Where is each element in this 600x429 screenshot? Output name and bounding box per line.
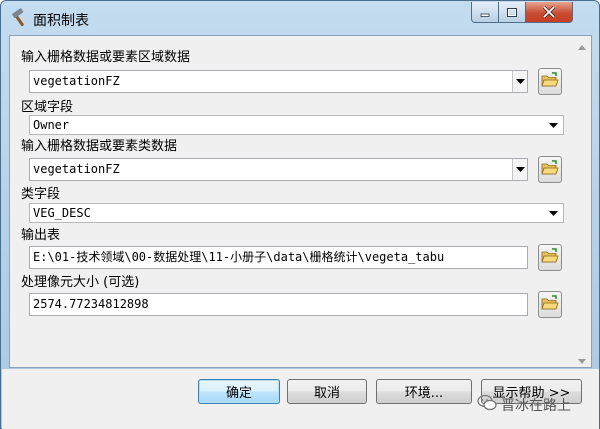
chevron-down-icon xyxy=(577,349,586,368)
open-folder-icon xyxy=(541,247,559,268)
cell-size-input[interactable]: 2574.77234812898 xyxy=(29,293,528,316)
output-table-label: 输出表 xyxy=(21,228,61,243)
class-data-dropdown[interactable] xyxy=(512,159,527,180)
ok-button[interactable]: 确定 xyxy=(198,379,280,404)
vertical-scrollbar[interactable] xyxy=(573,36,590,367)
class-data-browse-button[interactable] xyxy=(538,156,562,183)
class-field-value: VEG_DESC xyxy=(33,206,91,220)
minimize-icon xyxy=(479,3,491,22)
zone-field-value: Owner xyxy=(33,118,70,132)
zone-data-value: vegetationFZ xyxy=(33,74,120,88)
class-data-label: 输入栅格数据或要素类数据 xyxy=(21,139,178,154)
scroll-down-button[interactable] xyxy=(573,350,590,367)
chevron-down-icon xyxy=(549,116,558,134)
zone-field-select[interactable]: Owner xyxy=(29,115,564,135)
wechat-icon xyxy=(477,394,497,416)
class-data-combo[interactable]: vegetationFZ xyxy=(29,158,528,181)
title-bar[interactable]: 面积制表 xyxy=(1,1,599,35)
output-table-input[interactable]: E:\01-技术领域\00-数据处理\11-小册子\data\栅格统计\vege… xyxy=(29,246,528,269)
open-folder-icon xyxy=(541,159,559,180)
close-icon xyxy=(542,3,556,22)
open-folder-icon xyxy=(541,71,559,92)
cell-size-browse-button[interactable] xyxy=(538,291,562,318)
hammer-icon xyxy=(9,8,29,28)
cancel-button[interactable]: 取消 xyxy=(287,379,367,404)
cell-size-label: 处理像元大小 (可选) xyxy=(21,275,140,290)
cell-size-value: 2574.77234812898 xyxy=(33,297,149,311)
chevron-up-icon xyxy=(577,35,586,54)
scroll-up-button[interactable] xyxy=(573,36,590,53)
chevron-down-icon xyxy=(515,71,525,92)
chevron-down-icon xyxy=(515,159,525,180)
zone-data-combo[interactable]: vegetationFZ xyxy=(29,70,528,93)
class-field-label: 类字段 xyxy=(21,187,61,202)
watermark: 晋冰在路上 xyxy=(477,394,571,416)
class-data-value: vegetationFZ xyxy=(33,162,120,176)
zone-field-label: 区域字段 xyxy=(21,100,74,115)
maximize-icon xyxy=(506,3,518,22)
watermark-text: 晋冰在路上 xyxy=(501,398,571,414)
class-field-dropdown[interactable] xyxy=(546,204,561,222)
maximize-button[interactable] xyxy=(498,2,526,23)
zone-data-browse-button[interactable] xyxy=(538,68,562,95)
window-title: 面积制表 xyxy=(33,13,89,29)
dialog-window: 面积制表 输入栅格数据或要素区域数据 vegetationFZ 区域字段 Own… xyxy=(0,0,600,429)
zone-data-dropdown[interactable] xyxy=(512,71,527,92)
zone-data-label: 输入栅格数据或要素区域数据 xyxy=(21,50,191,65)
open-folder-icon xyxy=(541,294,559,315)
output-table-browse-button[interactable] xyxy=(538,244,562,271)
class-field-select[interactable]: VEG_DESC xyxy=(29,203,564,223)
chevron-down-icon xyxy=(549,204,558,222)
environments-button[interactable]: 环境... xyxy=(376,379,472,404)
zone-field-dropdown[interactable] xyxy=(546,116,561,134)
close-button[interactable] xyxy=(525,2,573,23)
output-table-value: E:\01-技术领域\00-数据处理\11-小册子\data\栅格统计\vege… xyxy=(33,250,445,264)
minimize-button[interactable] xyxy=(471,2,499,23)
